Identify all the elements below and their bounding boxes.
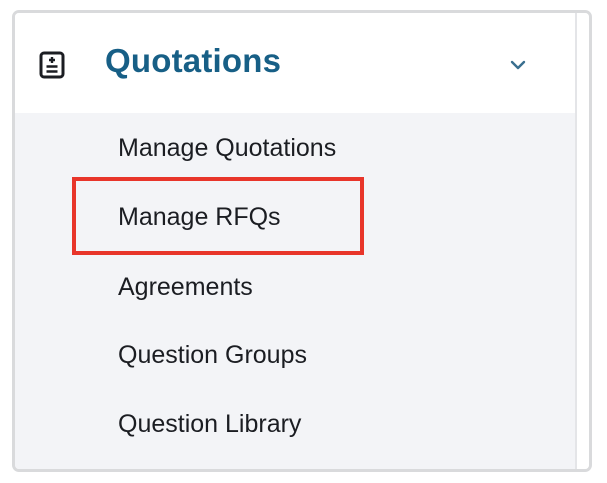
quotations-list-icon (39, 51, 65, 79)
menu-item-question-groups[interactable]: Question Groups (118, 340, 307, 370)
menu-item-agreements[interactable]: Agreements (118, 272, 253, 302)
menu-item-question-library[interactable]: Question Library (118, 409, 301, 439)
chevron-down-icon[interactable] (509, 59, 527, 71)
section-title: Quotations (105, 42, 282, 79)
menu-item-manage-quotations[interactable]: Manage Quotations (118, 133, 336, 163)
scrollbar-track[interactable] (575, 13, 589, 469)
sidebar-menu-frame: Quotations Manage Quotations Manage RFQs… (12, 10, 592, 472)
highlight-annotation-box (72, 177, 364, 255)
quotations-section-header[interactable]: Quotations (15, 13, 575, 113)
sidebar-submenu-panel: Quotations Manage Quotations Manage RFQs… (15, 13, 575, 469)
